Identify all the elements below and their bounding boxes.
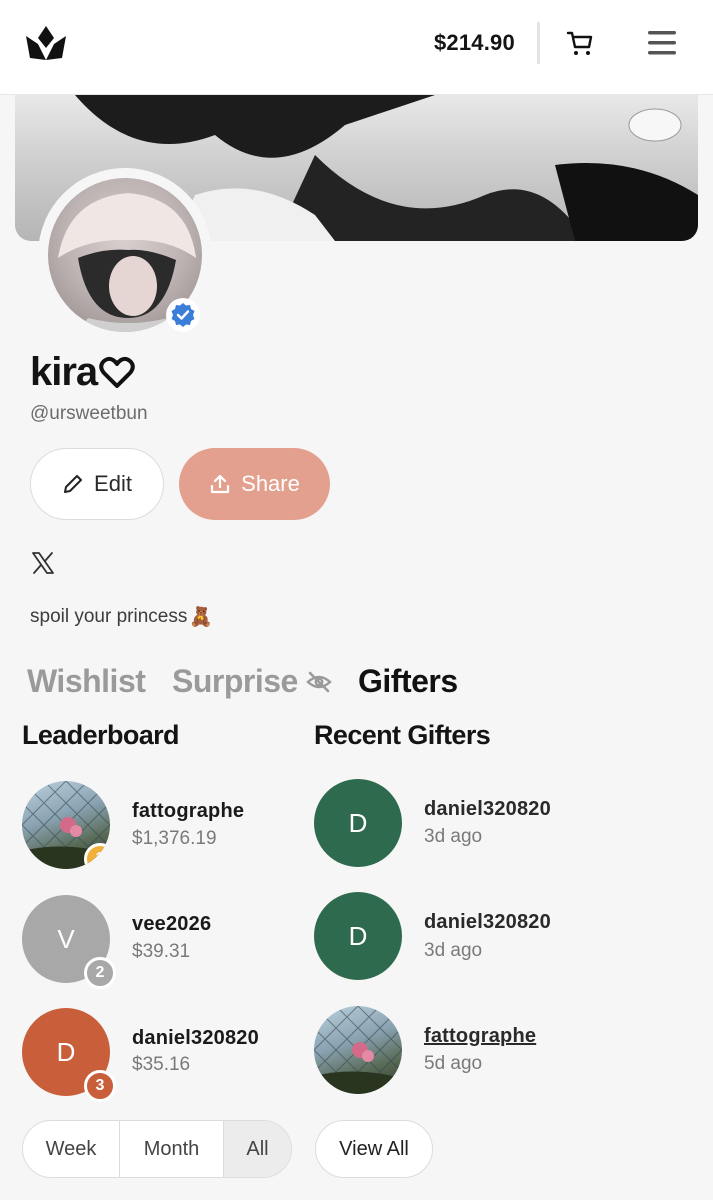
avatar-initial: D (348, 807, 368, 838)
heart-outline-icon (99, 356, 135, 388)
verified-badge-icon (171, 303, 195, 327)
top-header: $214.90 (0, 0, 713, 95)
rank-badge: 2 (84, 957, 116, 989)
tab-surprise-label: Surprise (172, 663, 298, 699)
x-logo-icon[interactable] (31, 551, 55, 575)
share-upload-icon (211, 474, 230, 494)
tab-surprise[interactable]: Surprise (172, 663, 332, 700)
profile-bio: spoil your princess 🧸 (30, 605, 213, 629)
recent-gifter-time: 3d ago (424, 826, 483, 847)
crown-logo-icon[interactable] (24, 24, 68, 62)
recent-gifter-time: 3d ago (424, 940, 483, 961)
recent-gifter-name[interactable]: daniel320820 (424, 798, 551, 821)
recent-gifter-avatar-2[interactable]: D (314, 892, 402, 980)
profile-avatar-frame (38, 168, 212, 342)
avatar-initial: D (56, 1036, 76, 1067)
verified-badge (166, 298, 200, 332)
share-button-label: Share (241, 471, 300, 496)
header-divider (537, 22, 540, 64)
profile-name: kira (30, 350, 135, 395)
recent-gifter-name[interactable]: daniel320820 (424, 911, 551, 934)
wallet-balance[interactable]: $214.90 (434, 30, 515, 56)
recent-gifter-name-link[interactable]: fattographe (424, 1025, 536, 1048)
leaderboard-name[interactable]: vee2026 (132, 913, 211, 936)
leaderboard-period-filter: Week Month All (22, 1120, 292, 1178)
rank-badge: 1 (84, 843, 110, 869)
recent-gifter-avatar-3[interactable] (314, 1006, 402, 1094)
avatar-initial: V (57, 923, 75, 954)
share-button[interactable]: Share (179, 448, 330, 520)
rank-badge: 3 (84, 1070, 116, 1102)
filter-month[interactable]: Month (120, 1121, 224, 1177)
leaderboard-name[interactable]: daniel320820 (132, 1027, 259, 1050)
filter-all[interactable]: All (224, 1121, 291, 1177)
leaderboard-name[interactable]: fattographe (132, 800, 244, 823)
leaderboard-avatar-1[interactable]: 1 (22, 781, 110, 869)
tab-wishlist[interactable]: Wishlist (27, 663, 146, 700)
recent-gifter-time: 5d ago (424, 1053, 483, 1074)
leaderboard-amount: $39.31 (132, 941, 191, 962)
profile-handle: @ursweetbun (30, 403, 148, 424)
hamburger-menu-icon[interactable] (646, 28, 678, 58)
edit-button-label: Edit (94, 471, 132, 496)
filter-week[interactable]: Week (23, 1121, 120, 1177)
leaderboard-avatar-2[interactable]: V 2 (22, 895, 116, 989)
leaderboard-title: Leaderboard (22, 720, 180, 750)
profile-name-text: kira (30, 350, 98, 394)
cart-icon[interactable] (565, 28, 595, 58)
recent-gifter-avatar-1[interactable]: D (314, 779, 402, 867)
avatar-initial: D (348, 920, 368, 951)
bio-text: spoil your princess (30, 606, 188, 627)
view-all-button[interactable]: View All (315, 1120, 433, 1178)
leaderboard-avatar-3[interactable]: D 3 (22, 1008, 116, 1102)
tab-gifters[interactable]: Gifters (358, 663, 458, 700)
leaderboard-amount: $1,376.19 (132, 828, 217, 849)
edit-button[interactable]: Edit (30, 448, 164, 520)
leaderboard-amount: $35.16 (132, 1054, 191, 1075)
recent-gifters-title: Recent Gifters (314, 720, 491, 750)
pencil-icon (64, 475, 83, 493)
eye-off-icon (306, 671, 332, 692)
teddy-bear-emoji: 🧸 (189, 607, 214, 628)
